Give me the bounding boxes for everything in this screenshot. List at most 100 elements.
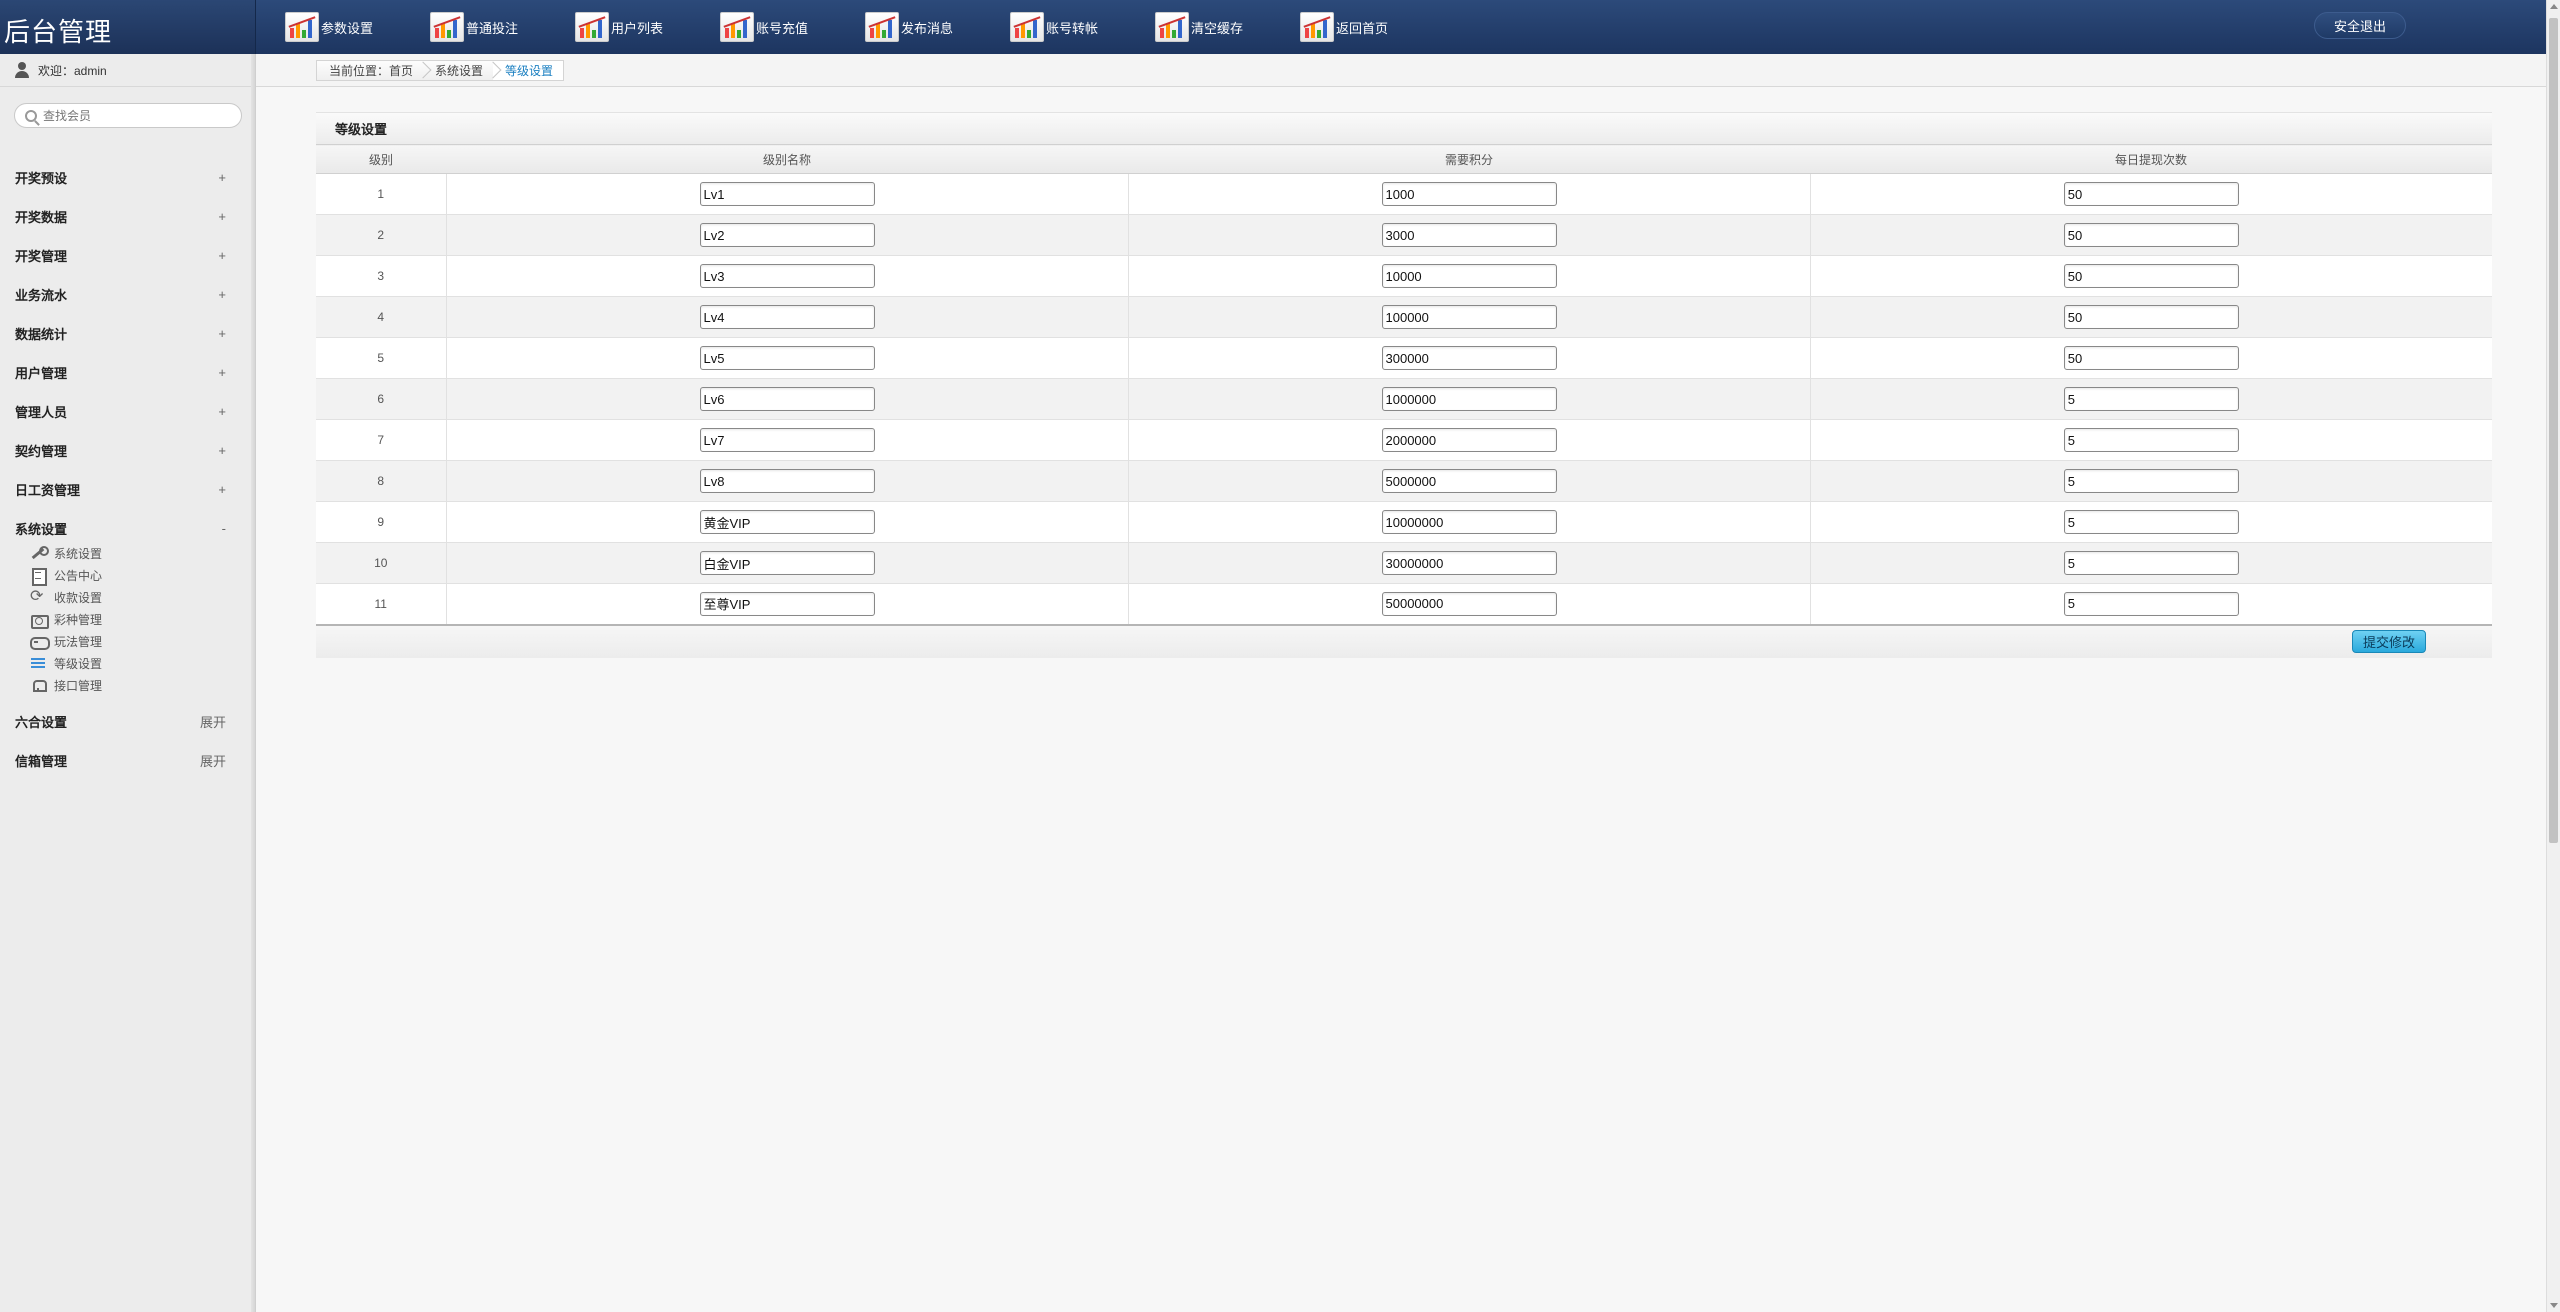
required-points-input[interactable] (1381, 264, 1557, 288)
scroll-up-arrow-icon[interactable] (2550, 4, 2558, 9)
required-points-input[interactable] (1381, 346, 1557, 370)
sidebar-menu-item[interactable]: 管理人员 + (0, 392, 252, 431)
level-name-input[interactable] (699, 551, 875, 575)
daily-withdraw-input[interactable] (2063, 551, 2239, 575)
level-name-input[interactable] (699, 223, 875, 247)
submenu-item[interactable]: 系统设置 (30, 542, 252, 564)
submenu-item[interactable]: 彩种管理 (30, 608, 252, 630)
level-name-input[interactable] (699, 264, 875, 288)
submenu-item[interactable]: 接口管理 (30, 674, 252, 696)
sync-icon (30, 586, 46, 606)
sidebar-menu-item[interactable]: 开奖数据 + (0, 197, 252, 236)
required-points-input[interactable] (1381, 510, 1557, 534)
menu-toggle[interactable]: - (222, 521, 226, 536)
daily-withdraw-input[interactable] (2063, 428, 2239, 452)
level-name-input[interactable] (699, 387, 875, 411)
breadcrumb-item: 等级设置 (493, 61, 564, 80)
sidebar-menu-item[interactable]: 契约管理 + (0, 431, 252, 470)
topnav-item-0[interactable]: 参数设置 (285, 0, 430, 54)
table-row: 8 (316, 460, 2492, 502)
topnav-item-3[interactable]: 账号充值 (720, 0, 865, 54)
daily-withdraw-input[interactable] (2063, 182, 2239, 206)
topnav-label: 发布消息 (901, 20, 954, 36)
member-search-input[interactable] (43, 108, 233, 123)
name-cell (446, 501, 1129, 543)
chart-icon (1300, 12, 1334, 42)
table-row: 2 (316, 214, 2492, 256)
sidebar-menu-item[interactable]: 用户管理 + (0, 353, 252, 392)
required-points-input[interactable] (1381, 469, 1557, 493)
topnav-label: 普通投注 (466, 20, 519, 36)
required-points-input[interactable] (1381, 428, 1557, 452)
topnav-item-5[interactable]: 账号转帐 (1010, 0, 1155, 54)
level-name-input[interactable] (699, 305, 875, 329)
sidebar-menu-item[interactable]: 信箱管理 展开 (0, 741, 252, 780)
required-points-input[interactable] (1381, 591, 1557, 616)
required-points-input[interactable] (1381, 551, 1557, 575)
daily-withdraw-input[interactable] (2063, 223, 2239, 247)
chart-icon (430, 12, 464, 42)
column-header-points: 需要积分 (1128, 144, 1810, 174)
daily-withdraw-input[interactable] (2063, 387, 2239, 411)
column-header-name: 级别名称 (446, 144, 1128, 174)
menu-item-label: 开奖管理 (15, 249, 68, 264)
camera-icon (30, 612, 49, 629)
level-name-input[interactable] (699, 182, 875, 206)
table-row: 9 (316, 501, 2492, 543)
menu-toggle[interactable]: + (218, 404, 226, 419)
daily-withdraw-input[interactable] (2063, 305, 2239, 329)
submit-changes-button[interactable]: 提交修改 (2352, 629, 2426, 653)
sidebar-menu-item[interactable]: 开奖管理 + (0, 236, 252, 275)
sidebar-menu-item[interactable]: 开奖预设 + (0, 158, 252, 197)
level-name-input[interactable] (699, 591, 875, 616)
topnav-item-7[interactable]: 返回首页 (1300, 0, 1445, 54)
menu-toggle[interactable]: 展开 (200, 751, 226, 770)
points-cell (1128, 255, 1811, 297)
menu-toggle[interactable]: + (218, 248, 226, 263)
required-points-input[interactable] (1381, 387, 1557, 411)
required-points-input[interactable] (1381, 182, 1557, 206)
level-name-input[interactable] (699, 428, 875, 452)
topnav-item-6[interactable]: 清空缓存 (1155, 0, 1300, 54)
breadcrumb-item[interactable]: 系统设置 (423, 61, 493, 80)
menu-toggle[interactable]: + (218, 326, 226, 341)
menu-toggle[interactable]: + (218, 443, 226, 458)
level-name-input[interactable] (699, 510, 875, 534)
points-cell (1128, 583, 1811, 626)
vertical-scrollbar[interactable] (2546, 0, 2560, 1312)
submenu-item[interactable]: 收款设置 (30, 586, 252, 608)
sidebar-menu-item[interactable]: 数据统计 + (0, 314, 252, 353)
daily-withdraw-input[interactable] (2063, 346, 2239, 370)
menu-toggle[interactable]: + (218, 209, 226, 224)
daily-withdraw-input[interactable] (2063, 469, 2239, 493)
sidebar-menu-item[interactable]: 业务流水 + (0, 275, 252, 314)
level-cell: 6 (316, 378, 447, 420)
submenu-item[interactable]: 公告中心 (30, 564, 252, 586)
topnav-item-2[interactable]: 用户列表 (575, 0, 720, 54)
logout-button[interactable]: 安全退出 (2314, 12, 2406, 39)
menu-toggle[interactable]: + (218, 287, 226, 302)
level-name-input[interactable] (699, 469, 875, 493)
daily-withdraw-input[interactable] (2063, 591, 2239, 616)
scroll-down-arrow-icon[interactable] (2550, 1303, 2558, 1308)
submenu-item[interactable]: 等级设置 (30, 652, 252, 674)
submenu-item-label: 收款设置 (54, 590, 103, 605)
table-row: 7 (316, 419, 2492, 461)
level-name-input[interactable] (699, 346, 875, 370)
breadcrumb-item[interactable]: 当前位置：首页 (317, 61, 423, 80)
required-points-input[interactable] (1381, 305, 1557, 329)
submenu-item[interactable]: 玩法管理 (30, 630, 252, 652)
sidebar-menu-item[interactable]: 日工资管理 + (0, 470, 252, 509)
scroll-thumb[interactable] (2549, 18, 2558, 843)
menu-toggle[interactable]: 展开 (200, 712, 226, 731)
topnav-item-1[interactable]: 普通投注 (430, 0, 575, 54)
topnav-item-4[interactable]: 发布消息 (865, 0, 1010, 54)
daily-withdraw-input[interactable] (2063, 264, 2239, 288)
withdraw-cell (1810, 542, 2492, 584)
menu-toggle[interactable]: + (218, 482, 226, 497)
menu-toggle[interactable]: + (218, 365, 226, 380)
sidebar-menu-item[interactable]: 六合设置 展开 (0, 702, 252, 741)
menu-toggle[interactable]: + (218, 170, 226, 185)
daily-withdraw-input[interactable] (2063, 510, 2239, 534)
required-points-input[interactable] (1381, 223, 1557, 247)
